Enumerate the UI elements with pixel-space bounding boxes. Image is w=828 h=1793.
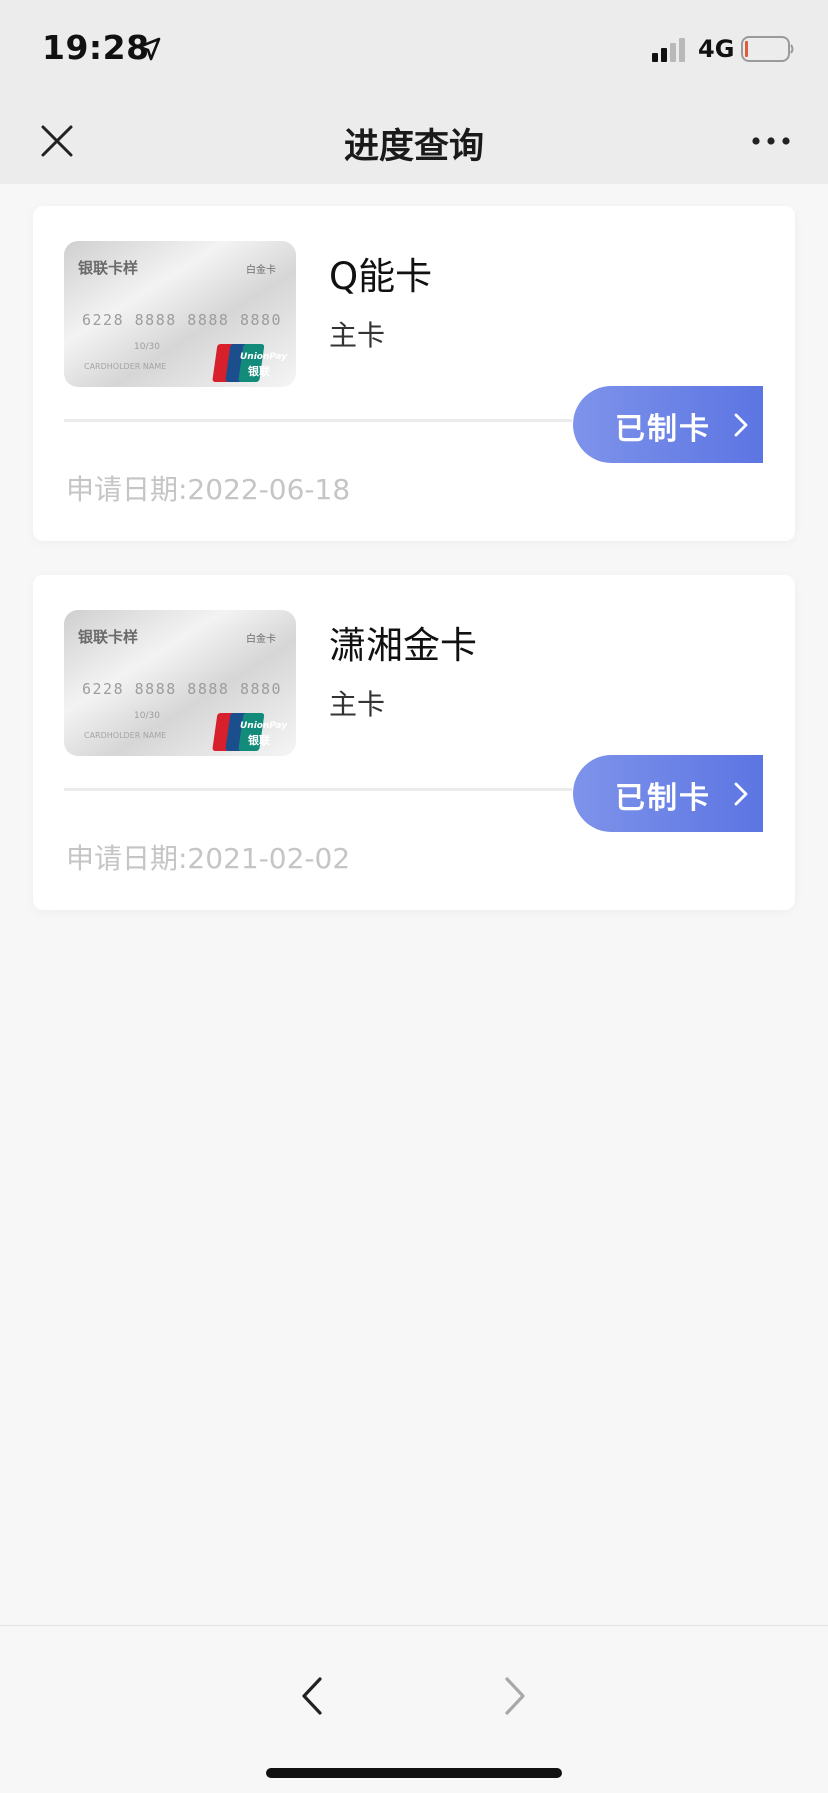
nav-bar: 进度查询 <box>0 100 828 184</box>
card-expiry-text: 10/30 <box>134 711 160 721</box>
card-holder-text: CARDHOLDER NAME <box>84 731 166 740</box>
apply-date: 申请日期:2021-02-02 <box>66 842 351 875</box>
card-bank-text: 银联卡样 <box>78 259 138 277</box>
more-icon[interactable] <box>750 134 792 148</box>
status-time: 19:28 <box>42 28 150 67</box>
status-label: 已制卡 <box>615 781 711 816</box>
page-title: 进度查询 <box>343 127 484 167</box>
status-button[interactable]: 已制卡 <box>573 755 763 832</box>
network-label: 4G <box>698 35 735 63</box>
card-name: 潇湘金卡 <box>329 624 477 667</box>
status-button[interactable]: 已制卡 <box>573 386 763 463</box>
card-holder-text: CARDHOLDER NAME <box>84 362 166 371</box>
card-bank-text: 银联卡样 <box>78 628 138 646</box>
divider <box>64 788 572 791</box>
card-expiry-text: 10/30 <box>134 342 160 352</box>
chevron-right-icon[interactable] <box>503 1676 527 1716</box>
bottom-toolbar <box>0 1625 828 1793</box>
card-number-text: 6228 8888 8888 8880 <box>82 311 282 329</box>
chevron-right-icon <box>734 413 748 437</box>
application-card[interactable]: 银联卡样 白金卡 6228 8888 8888 8880 10/30 CARDH… <box>33 206 795 541</box>
unionpay-logo-cn-text: 银联 <box>248 364 270 378</box>
location-arrow-icon <box>137 37 161 61</box>
card-number-text: 6228 8888 8888 8880 <box>82 680 282 698</box>
application-card[interactable]: 银联卡样 白金卡 6228 8888 8888 8880 10/30 CARDH… <box>33 575 795 910</box>
card-name: Q能卡 <box>329 255 433 298</box>
card-type: 主卡 <box>329 688 386 721</box>
apply-date: 申请日期:2022-06-18 <box>66 473 351 506</box>
signal-icon <box>652 38 685 62</box>
bank-card-image: 银联卡样 白金卡 6228 8888 8888 8880 10/30 CARDH… <box>64 241 296 387</box>
chevron-right-icon <box>734 782 748 806</box>
unionpay-logo-text: UnionPay <box>240 352 288 362</box>
unionpay-logo-cn-text: 银联 <box>248 733 270 747</box>
battery-icon <box>741 36 794 62</box>
unionpay-logo-text: UnionPay <box>240 721 288 731</box>
home-indicator <box>266 1768 562 1778</box>
divider <box>64 419 572 422</box>
status-label: 已制卡 <box>615 412 711 447</box>
bank-card-image: 银联卡样 白金卡 6228 8888 8888 8880 10/30 CARDH… <box>64 610 296 756</box>
card-type: 主卡 <box>329 319 386 352</box>
card-tier-text: 白金卡 <box>246 632 276 645</box>
chevron-left-icon[interactable] <box>300 1676 324 1716</box>
card-tier-text: 白金卡 <box>246 263 276 276</box>
status-bar: 19:28 4G <box>0 0 828 100</box>
